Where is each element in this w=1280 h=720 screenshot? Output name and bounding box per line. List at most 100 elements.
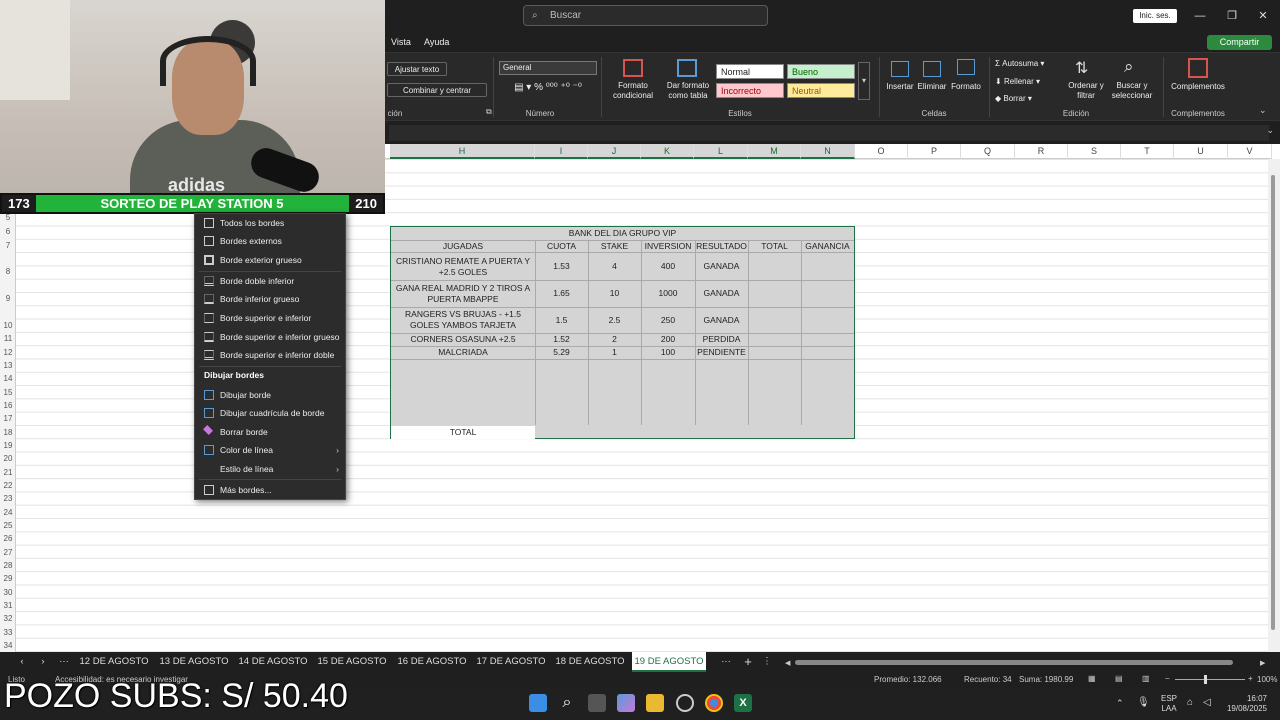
style-bad[interactable]: Incorrecto (716, 83, 784, 98)
menu-all-borders[interactable]: Todos los bordes (195, 214, 345, 232)
column-header[interactable]: N (801, 144, 855, 159)
table-cell[interactable]: 200 (641, 333, 695, 346)
table-cell[interactable]: 10 (588, 280, 641, 307)
row-header[interactable]: 34 (0, 641, 16, 650)
row-header[interactable]: 13 (0, 361, 16, 370)
row-header[interactable]: 19 (0, 441, 16, 450)
row-header[interactable]: 8 (0, 267, 16, 276)
share-button[interactable]: Compartir (1207, 35, 1272, 50)
column-header[interactable]: O (855, 144, 908, 159)
search-taskbar-icon[interactable]: ⌕ (558, 694, 576, 712)
row-header[interactable]: 25 (0, 521, 16, 530)
sheet-tab[interactable]: 17 DE AGOSTO (472, 652, 550, 672)
start-icon[interactable] (529, 694, 547, 712)
menu-thick-outside-border[interactable]: Borde exterior grueso (195, 251, 345, 269)
row-header[interactable]: 31 (0, 601, 16, 610)
zoom-out-icon[interactable]: − (1165, 674, 1170, 683)
add-sheet-icon[interactable]: + (740, 652, 756, 672)
language-indicator[interactable]: ESP LAA (1161, 694, 1177, 714)
file-explorer-icon[interactable] (646, 694, 664, 712)
page-break-icon[interactable]: ▥ (1142, 674, 1150, 683)
addins-button[interactable]: Complementos (1168, 82, 1228, 92)
tabs-more-icon[interactable]: ··· (718, 652, 734, 672)
column-header[interactable]: R (1015, 144, 1068, 159)
format-button[interactable]: Formato (949, 82, 983, 92)
row-header[interactable]: 32 (0, 614, 16, 623)
sheet-tab[interactable]: 16 DE AGOSTO (393, 652, 471, 672)
number-format-icons[interactable]: ▤ ▾ % ⁰⁰⁰ ⁺⁰ ⁻⁰ (499, 83, 597, 93)
row-header[interactable]: 10 (0, 321, 16, 330)
table-cell[interactable]: 400 (641, 253, 695, 280)
column-header[interactable]: H (390, 144, 535, 159)
insert-button[interactable]: Insertar (883, 82, 917, 92)
formula-expand-icon[interactable]: ⌄ (1266, 125, 1274, 136)
tab-scroll-left-icon[interactable]: ‹ (15, 652, 29, 672)
sheet-tab[interactable]: 14 DE AGOSTO (234, 652, 312, 672)
table-cell[interactable]: GANADA (695, 280, 748, 307)
column-header[interactable]: U (1174, 144, 1228, 159)
row-header[interactable]: 15 (0, 388, 16, 397)
row-header[interactable]: 22 (0, 481, 16, 490)
row-header[interactable]: 24 (0, 508, 16, 517)
zoom-slider-thumb[interactable] (1204, 675, 1207, 684)
table-cell[interactable]: 5.29 (535, 346, 588, 359)
table-cell[interactable]: 100 (641, 346, 695, 359)
close-icon[interactable]: ✕ (1253, 6, 1273, 26)
column-header[interactable]: L (694, 144, 748, 159)
microphone-icon[interactable]: 🎙 (1137, 697, 1150, 708)
column-header[interactable]: S (1068, 144, 1121, 159)
row-header[interactable]: 5 (0, 213, 16, 222)
tray-chevron-icon[interactable]: ⌃ (1116, 698, 1124, 709)
column-header[interactable]: K (641, 144, 694, 159)
hscroll-right-icon[interactable]: ▶ (1260, 659, 1265, 667)
table-cell[interactable]: MALCRIADA (391, 346, 535, 359)
column-header[interactable]: V (1228, 144, 1272, 159)
fill-button[interactable]: ⬇ Rellenar ▾ (995, 77, 1040, 87)
table-cell[interactable]: 2 (588, 333, 641, 346)
table-cell[interactable]: 1.53 (535, 253, 588, 280)
zoom-slider[interactable] (1175, 679, 1245, 680)
menu-more-borders[interactable]: Más bordes... (195, 481, 345, 499)
table-cell[interactable]: 1.52 (535, 333, 588, 346)
menu-line-style[interactable]: Estilo de línea › (195, 460, 345, 478)
scrollbar-thumb[interactable] (1271, 175, 1275, 630)
horizontal-scrollbar[interactable] (795, 660, 1233, 665)
row-header[interactable]: 33 (0, 628, 16, 637)
row-header[interactable]: 30 (0, 588, 16, 597)
app-icon[interactable] (676, 694, 694, 712)
row-header[interactable]: 17 (0, 414, 16, 423)
network-icon[interactable]: ⌂ (1187, 697, 1193, 708)
menu-top-thick-bottom-border[interactable]: Borde superior e inferior grueso (195, 328, 345, 346)
tab-scroll-right-icon[interactable]: › (36, 652, 50, 672)
menu-top-bottom-border[interactable]: Borde superior e inferior (195, 309, 345, 327)
total-label[interactable]: TOTAL (391, 426, 535, 439)
table-cell[interactable]: 1.5 (535, 307, 588, 333)
excel-icon[interactable]: X (734, 694, 752, 712)
bank-table[interactable]: BANK DEL DIA GRUPO VIP JUGADAS CUOTA STA… (390, 226, 855, 439)
row-header[interactable]: 23 (0, 494, 16, 503)
table-cell[interactable]: 2.5 (588, 307, 641, 333)
menu-vista[interactable]: Vista (391, 33, 411, 52)
merge-center-button[interactable]: Combinar y centrar (387, 83, 487, 97)
clock[interactable]: 16:07 19/08/2025 (1225, 694, 1267, 714)
style-good[interactable]: Bueno (787, 64, 855, 79)
sheet-tab[interactable]: 12 DE AGOSTO (75, 652, 153, 672)
row-header[interactable]: 18 (0, 428, 16, 437)
table-cell[interactable]: GANA REAL MADRID Y 2 TIROS A PUERTA MBAP… (393, 280, 533, 307)
clear-button[interactable]: ◆ Borrar ▾ (995, 94, 1032, 104)
menu-double-bottom-border[interactable]: Borde doble inferior (195, 272, 345, 290)
row-header[interactable]: 28 (0, 561, 16, 570)
delete-button[interactable]: Eliminar (915, 82, 949, 92)
menu-line-color[interactable]: Color de línea › (195, 441, 345, 459)
restore-icon[interactable]: ❐ (1222, 6, 1242, 26)
menu-draw-border-grid[interactable]: Dibujar cuadrícula de borde (195, 404, 345, 422)
table-cell[interactable]: 1 (588, 346, 641, 359)
styles-more-icon[interactable]: ▾ (858, 62, 870, 100)
page-layout-icon[interactable]: ▤ (1115, 674, 1123, 683)
row-header[interactable]: 20 (0, 454, 16, 463)
menu-draw-border[interactable]: Dibujar borde (195, 386, 345, 404)
row-header[interactable]: 12 (0, 348, 16, 357)
conditional-format-button[interactable]: Formato condicional (605, 81, 661, 101)
tabs-more-icon[interactable]: ··· (56, 652, 72, 672)
row-header[interactable]: 27 (0, 548, 16, 557)
